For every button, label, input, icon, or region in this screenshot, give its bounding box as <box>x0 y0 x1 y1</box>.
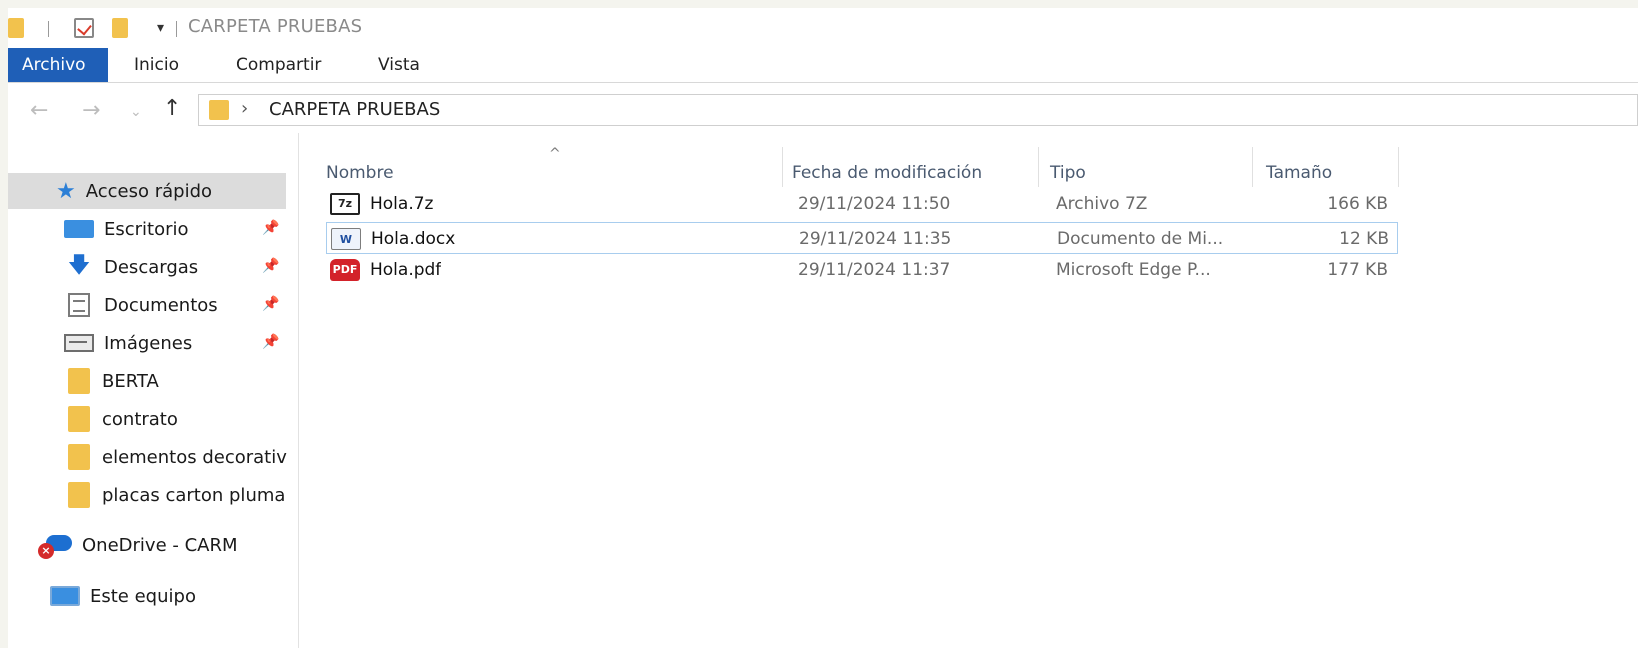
file-name: Hola.7z <box>370 194 434 214</box>
file-row[interactable]: PDF Hola.pdf 29/11/2024 11:37 Microsoft … <box>326 254 1398 286</box>
file-type: Archivo 7Z <box>1056 194 1148 214</box>
column-header-modified[interactable]: Fecha de modificación <box>792 158 982 188</box>
tab-compartir[interactable]: Compartir <box>222 48 335 82</box>
documents-icon <box>68 293 90 317</box>
sidebar-item-descargas[interactable]: 🡇 Descargas <box>64 252 198 282</box>
file-type: Documento de Mi... <box>1057 229 1224 249</box>
sidebar-item-elementos-decorativos[interactable]: elementos decorativ <box>64 442 290 472</box>
column-header-name[interactable]: Nombre <box>326 158 394 188</box>
file-size: 177 KB <box>1327 260 1388 280</box>
folder-icon <box>68 368 90 394</box>
folder-icon[interactable] <box>8 18 24 38</box>
sort-ascending-icon: ^ <box>549 146 561 162</box>
column-divider[interactable] <box>1038 147 1039 187</box>
word-file-icon: W <box>331 228 361 250</box>
column-divider[interactable] <box>1398 147 1399 187</box>
pin-icon[interactable]: 📌 <box>262 258 279 274</box>
file-size: 12 KB <box>1339 229 1389 249</box>
file-modified: 29/11/2024 11:35 <box>799 229 952 249</box>
window-title: CARPETA PRUEBAS <box>188 16 363 37</box>
error-badge-icon: × <box>38 543 54 559</box>
tab-vista[interactable]: Vista <box>364 48 434 82</box>
sidebar-item-berta[interactable]: BERTA <box>64 366 159 396</box>
sidebar-item-onedrive[interactable]: × OneDrive - CARM <box>38 530 238 560</box>
breadcrumb-segment[interactable]: CARPETA PRUEBAS <box>269 99 440 120</box>
file-row[interactable]: 7z Hola.7z 29/11/2024 11:50 Archivo 7Z 1… <box>326 188 1398 220</box>
pin-icon[interactable]: 📌 <box>262 220 279 236</box>
pin-icon[interactable]: 📌 <box>262 296 279 312</box>
folder-icon <box>209 100 229 120</box>
onedrive-cloud-icon: × <box>38 535 72 559</box>
recent-locations-chevron-icon[interactable]: ⌄ <box>130 104 142 120</box>
sidebar-item-quick-access-label[interactable]: ★ Acceso rápido <box>56 176 212 206</box>
file-name: Hola.docx <box>371 229 456 249</box>
desktop-icon <box>64 220 94 238</box>
file-modified: 29/11/2024 11:37 <box>798 260 951 280</box>
file-size: 166 KB <box>1327 194 1388 214</box>
star-icon: ★ <box>56 178 76 204</box>
tab-archivo[interactable]: Archivo <box>8 48 108 82</box>
pdf-file-icon: PDF <box>330 259 360 281</box>
folder-icon <box>68 444 90 470</box>
customize-quick-access-chevron-icon[interactable]: ▾ <box>157 20 164 36</box>
file-name: Hola.pdf <box>370 260 442 280</box>
separator <box>48 21 49 37</box>
tab-inicio[interactable]: Inicio <box>120 48 193 82</box>
sidebar-item-imagenes[interactable]: Imágenes <box>64 328 192 358</box>
column-header-type[interactable]: Tipo <box>1050 158 1086 188</box>
file-explorer-window: ▾ CARPETA PRUEBAS Archivo Inicio Compart… <box>8 8 1638 648</box>
sidebar-item-escritorio[interactable]: Escritorio <box>64 214 189 244</box>
pin-icon[interactable]: 📌 <box>262 334 279 350</box>
file-modified: 29/11/2024 11:50 <box>798 194 951 214</box>
title-bar: ▾ CARPETA PRUEBAS <box>8 8 1638 46</box>
sidebar-item-placas-carton-pluma[interactable]: placas carton pluma <box>64 480 290 510</box>
address-bar[interactable]: › CARPETA PRUEBAS <box>198 94 1638 126</box>
properties-check-icon[interactable] <box>74 18 94 38</box>
ribbon-tabs: Archivo Inicio Compartir Vista <box>8 48 1638 83</box>
navigation-bar: ← → ⌄ ↑ › CARPETA PRUEBAS <box>8 92 1638 128</box>
column-divider[interactable] <box>1252 147 1253 187</box>
folder-icon <box>68 406 90 432</box>
chevron-right-icon[interactable]: › <box>241 98 248 119</box>
sidebar-item-documentos[interactable]: Documentos <box>64 290 218 320</box>
back-arrow-icon[interactable]: ← <box>30 98 48 123</box>
new-folder-icon[interactable] <box>112 18 128 38</box>
up-arrow-icon[interactable]: ↑ <box>163 96 181 121</box>
pictures-icon <box>64 334 94 352</box>
file-row[interactable]: W Hola.docx 29/11/2024 11:35 Documento d… <box>326 222 1398 254</box>
7z-file-icon: 7z <box>330 193 360 215</box>
download-icon: 🡇 <box>67 253 91 278</box>
file-type: Microsoft Edge P... <box>1056 260 1211 280</box>
column-header-size[interactable]: Tamaño <box>1266 158 1332 188</box>
column-divider[interactable] <box>782 147 783 187</box>
navigation-pane: ★ Acceso rápido Escritorio 📌 🡇 Descargas… <box>8 133 299 648</box>
computer-icon <box>50 586 80 606</box>
forward-arrow-icon[interactable]: → <box>82 98 100 123</box>
folder-icon <box>68 482 90 508</box>
sidebar-item-contrato[interactable]: contrato <box>64 404 178 434</box>
sidebar-item-este-equipo[interactable]: Este equipo <box>50 581 196 611</box>
separator <box>176 21 177 37</box>
